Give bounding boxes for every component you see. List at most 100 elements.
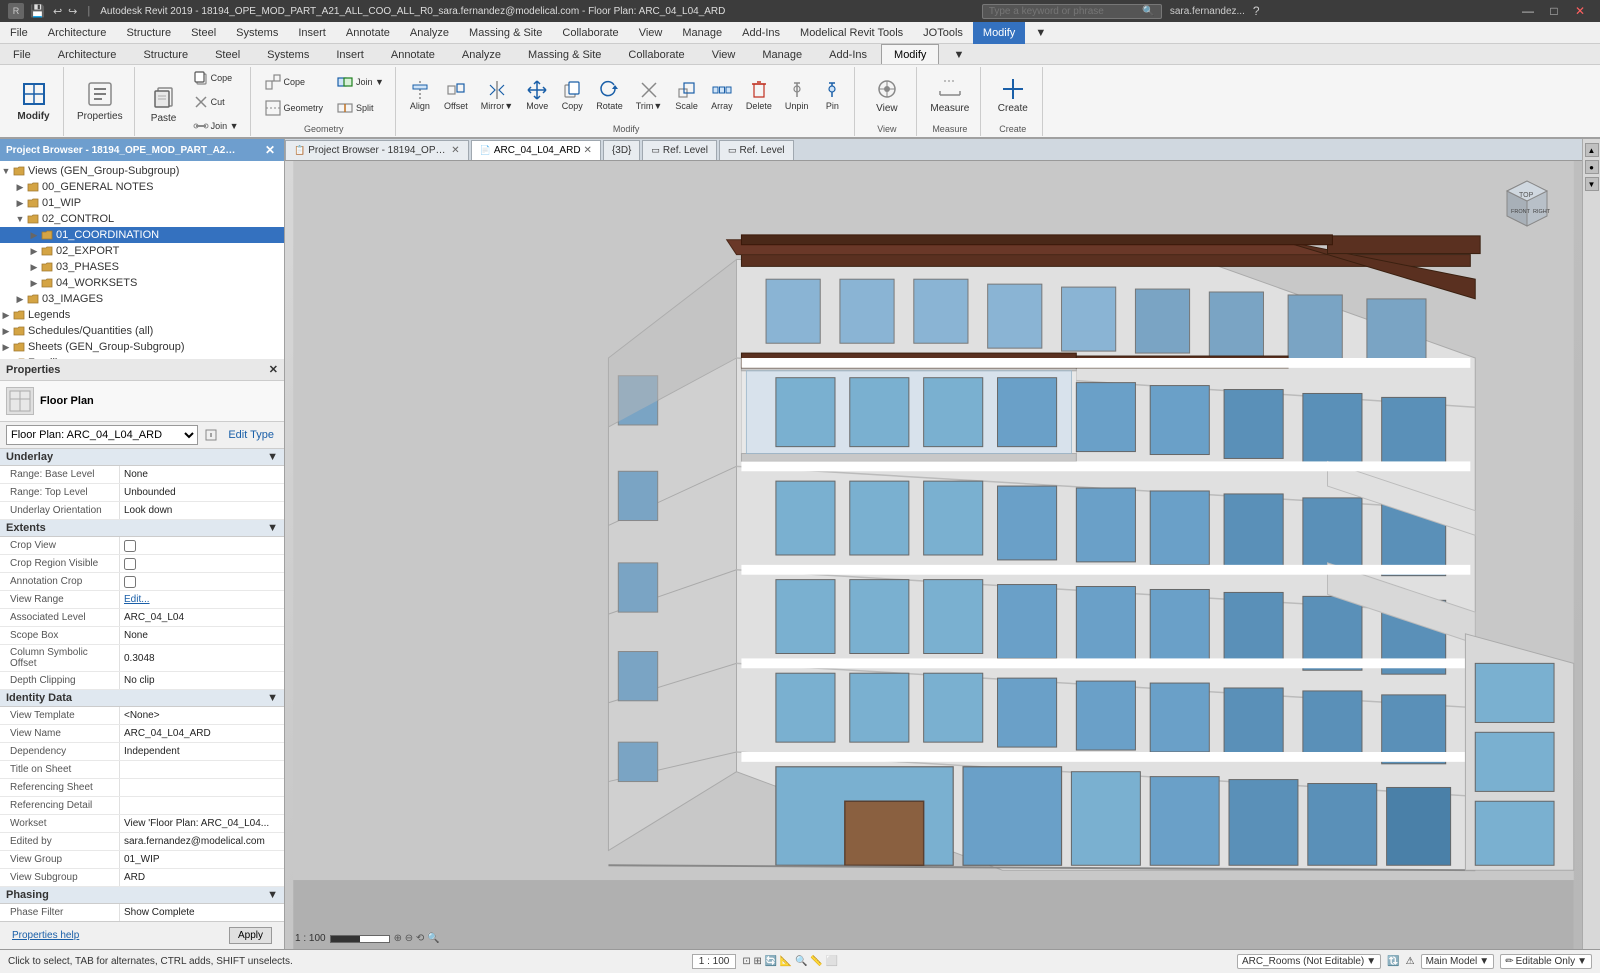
menu-item-modify[interactable]: Modify (973, 22, 1025, 44)
join-geometry-button[interactable]: Join ▼ (331, 70, 389, 94)
ribbon-tab-view[interactable]: View (699, 44, 749, 64)
delete-button[interactable]: Delete (741, 76, 777, 114)
menu-item-jotools[interactable]: JOTools (913, 22, 973, 44)
measure-button[interactable]: Measure (925, 70, 974, 119)
expand-icon-sheets[interactable]: ▶ (0, 341, 12, 353)
ribbon-tab-add-ins[interactable]: Add-Ins (816, 44, 880, 64)
create-button[interactable]: Create (993, 70, 1033, 119)
menu-item-add-ins[interactable]: Add-Ins (732, 22, 790, 44)
close-button[interactable]: ✕ (1568, 0, 1592, 22)
minimize-button[interactable]: — (1516, 0, 1540, 22)
expand-icon-legends[interactable]: ▶ (0, 309, 12, 321)
maximize-button[interactable]: □ (1542, 0, 1566, 22)
ribbon-tab-collaborate[interactable]: Collaborate (615, 44, 697, 64)
expand-icon-phases[interactable]: ▶ (28, 261, 40, 273)
tree-item-control[interactable]: ▼02_CONTROL (0, 211, 284, 227)
menu-item-insert[interactable]: Insert (288, 22, 336, 44)
copy-tool-button[interactable]: Copy (556, 76, 588, 114)
tree-item-worksets[interactable]: ▶04_WORKSETS (0, 275, 284, 291)
tab-pb-close[interactable]: ✕ (451, 145, 459, 156)
tree-item-general_notes[interactable]: ▶00_GENERAL NOTES (0, 179, 284, 195)
scale-icons[interactable]: ⊕ ⊖ ⟲ 🔍 (394, 933, 440, 944)
edge-button-3[interactable]: ▼ (1585, 177, 1599, 191)
menu-item-systems[interactable]: Systems (226, 22, 288, 44)
copy-button[interactable]: Cope (188, 67, 244, 89)
tab-ref-level-1[interactable]: ▭ Ref. Level (642, 140, 717, 160)
mirror-pick-button[interactable]: Mirror▼ (476, 76, 518, 114)
design-option-dropdown[interactable]: Main Model ▼ (1421, 954, 1495, 969)
status-sync-icon[interactable]: 🔃 (1387, 956, 1399, 967)
trim-extend-button[interactable]: Trim▼ (631, 76, 668, 114)
tab-ref-level-2[interactable]: ▭ Ref. Level (719, 140, 794, 160)
ribbon-tab-modify[interactable]: Modify (881, 44, 939, 64)
edge-button-2[interactable]: ● (1585, 160, 1599, 174)
tab-arc-close[interactable]: ✕ (584, 145, 592, 156)
properties-ribbon-button[interactable]: Properties (72, 73, 128, 127)
prop-section-identity-data[interactable]: Identity Data▼ (0, 690, 284, 707)
help-icon[interactable]: ? (1253, 4, 1260, 18)
tab-project-browser[interactable]: 📋 Project Browser - 18194_OPE_... ✕ (285, 140, 469, 160)
properties-help-link[interactable]: Properties help (6, 926, 85, 945)
edge-button-1[interactable]: ▲ (1585, 143, 1599, 157)
rotate-button[interactable]: Rotate (591, 76, 628, 114)
menu-item-collaborate[interactable]: Collaborate (552, 22, 628, 44)
ribbon-tab-architecture[interactable]: Architecture (45, 44, 130, 64)
move-button[interactable]: Move (521, 76, 553, 114)
ribbon-tab-structure[interactable]: Structure (130, 44, 201, 64)
expand-icon-views[interactable]: ▼ (0, 165, 12, 177)
apply-button[interactable]: Apply (229, 927, 272, 944)
expand-icon-control[interactable]: ▼ (14, 213, 26, 225)
offset-button[interactable]: Offset (439, 76, 473, 114)
ribbon-tab-massing---site[interactable]: Massing & Site (515, 44, 614, 64)
menu-item-steel[interactable]: Steel (181, 22, 226, 44)
menu-item-structure[interactable]: Structure (116, 22, 181, 44)
prop-edit-link[interactable]: Edit... (124, 594, 150, 605)
ribbon-tab-manage[interactable]: Manage (749, 44, 815, 64)
viewport[interactable]: 1 : 100 ⊕ ⊖ ⟲ 🔍 TOP FRONT RIGHT (285, 161, 1582, 949)
ribbon-tab-steel[interactable]: Steel (202, 44, 253, 64)
modify-button[interactable]: Modify (12, 73, 54, 127)
quick-access-save[interactable]: 💾 (30, 4, 45, 18)
tree-item-wip[interactable]: ▶01_WIP (0, 195, 284, 211)
prop-section-extents[interactable]: Extents▼ (0, 520, 284, 537)
geometry-cut-button[interactable]: Geometry (259, 96, 329, 120)
tree-item-phases[interactable]: ▶03_PHASES (0, 259, 284, 275)
expand-icon-general_notes[interactable]: ▶ (14, 181, 26, 193)
scale-button[interactable]: Scale (670, 76, 703, 114)
prop-field-value[interactable]: Edit... (120, 591, 284, 608)
ribbon-tab-annotate[interactable]: Annotate (378, 44, 448, 64)
tree-item-views[interactable]: ▼Views (GEN_Group-Subgroup) (0, 163, 284, 179)
search-input[interactable] (989, 6, 1143, 17)
prop-section-underlay[interactable]: Underlay▼ (0, 449, 284, 466)
expand-icon-wip[interactable]: ▶ (14, 197, 26, 209)
split-button[interactable]: Split (331, 96, 379, 120)
project-browser-close[interactable]: ✕ (262, 142, 278, 158)
tree-item-sheets[interactable]: ▶Sheets (GEN_Group-Subgroup) (0, 339, 284, 355)
prop-field-value[interactable] (120, 537, 284, 554)
menu-item-massing---site[interactable]: Massing & Site (459, 22, 552, 44)
menu-item-annotate[interactable]: Annotate (336, 22, 400, 44)
menu-item-analyze[interactable]: Analyze (400, 22, 459, 44)
tree-item-coordination[interactable]: ▶01_COORDINATION (0, 227, 284, 243)
ribbon-tab-systems[interactable]: Systems (254, 44, 322, 64)
prop-checkbox[interactable] (124, 540, 136, 552)
ribbon-tab-file[interactable]: File (0, 44, 44, 64)
ribbon-tab--[interactable]: ▼ (940, 44, 977, 64)
prop-field-value[interactable] (120, 555, 284, 572)
workset-dropdown[interactable]: ARC_Rooms (Not Editable) ▼ (1237, 954, 1381, 969)
quick-access-redo[interactable]: ↪ (68, 5, 77, 18)
mode-dropdown[interactable]: ✏ Editable Only ▼ (1500, 954, 1592, 969)
align-button[interactable]: Align (404, 76, 436, 114)
menu-item-view[interactable]: View (629, 22, 673, 44)
menu-item-architecture[interactable]: Architecture (38, 22, 117, 44)
paste-button[interactable]: Paste (143, 75, 185, 129)
prop-checkbox[interactable] (124, 558, 136, 570)
unpin-button[interactable]: Unpin (780, 76, 814, 114)
properties-close-icon[interactable]: ✕ (269, 363, 278, 376)
status-warning-icon[interactable]: ⚠ (1406, 956, 1415, 967)
floor-plan-selector[interactable]: Floor Plan: ARC_04_L04_ARD (6, 425, 198, 445)
tree-item-schedules[interactable]: ▶Schedules/Quantities (all) (0, 323, 284, 339)
tree-item-export[interactable]: ▶02_EXPORT (0, 243, 284, 259)
menu-item-modelical-revit-tools[interactable]: Modelical Revit Tools (790, 22, 913, 44)
menu-item--[interactable]: ▼ (1025, 22, 1056, 44)
